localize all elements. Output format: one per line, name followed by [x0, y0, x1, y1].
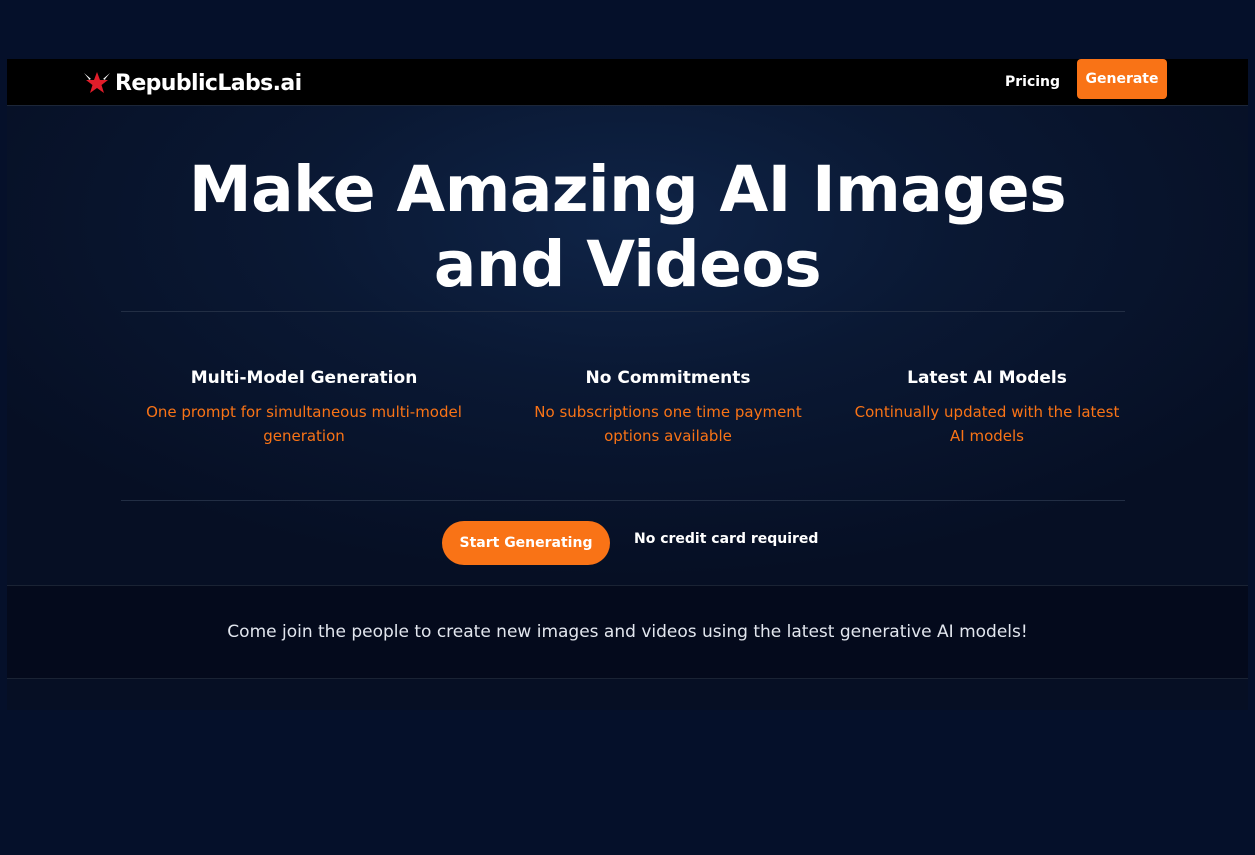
feature-title: Multi-Model Generation — [190, 368, 418, 388]
join-text: Come join the people to create new image… — [227, 622, 1028, 642]
feature-multi-model: Multi-Model Generation One prompt for si… — [144, 368, 464, 448]
features-divider — [121, 500, 1125, 501]
feature-title: No Commitments — [585, 368, 751, 388]
landing-page: RepublicLabs.ai Pricing Generate Make Am… — [7, 59, 1248, 710]
nav-generate-button[interactable]: Generate — [1077, 59, 1167, 99]
top-navbar: RepublicLabs.ai Pricing Generate — [7, 59, 1248, 106]
no-credit-card-note: No credit card required — [634, 531, 819, 547]
feature-description: No subscriptions one time payment option… — [534, 403, 802, 445]
feature-no-commitments: No Commitments No subscriptions one time… — [508, 368, 828, 448]
brand-name: RepublicLabs.ai — [115, 70, 302, 96]
start-generating-button[interactable]: Start Generating — [442, 521, 610, 565]
hero-title-line-1: Make Amazing AI Images — [188, 153, 1067, 226]
red-star-wings-icon — [84, 72, 110, 93]
join-section: Come join the people to create new image… — [7, 585, 1248, 679]
cta-row: Start Generating No credit card required — [7, 521, 1248, 565]
nav-pricing-link[interactable]: Pricing — [1005, 70, 1060, 94]
hero-title: Make Amazing AI Images and Videos — [7, 152, 1248, 302]
brand-logo[interactable]: RepublicLabs.ai — [83, 68, 302, 98]
feature-description: One prompt for simultaneous multi-model … — [146, 403, 462, 445]
hero-title-line-2: and Videos — [433, 228, 822, 301]
feature-title: Latest AI Models — [907, 368, 1067, 388]
hero-divider — [121, 311, 1125, 312]
feature-description: Continually updated with the latest AI m… — [854, 403, 1120, 445]
feature-latest-models: Latest AI Models Continually updated wit… — [846, 368, 1128, 448]
